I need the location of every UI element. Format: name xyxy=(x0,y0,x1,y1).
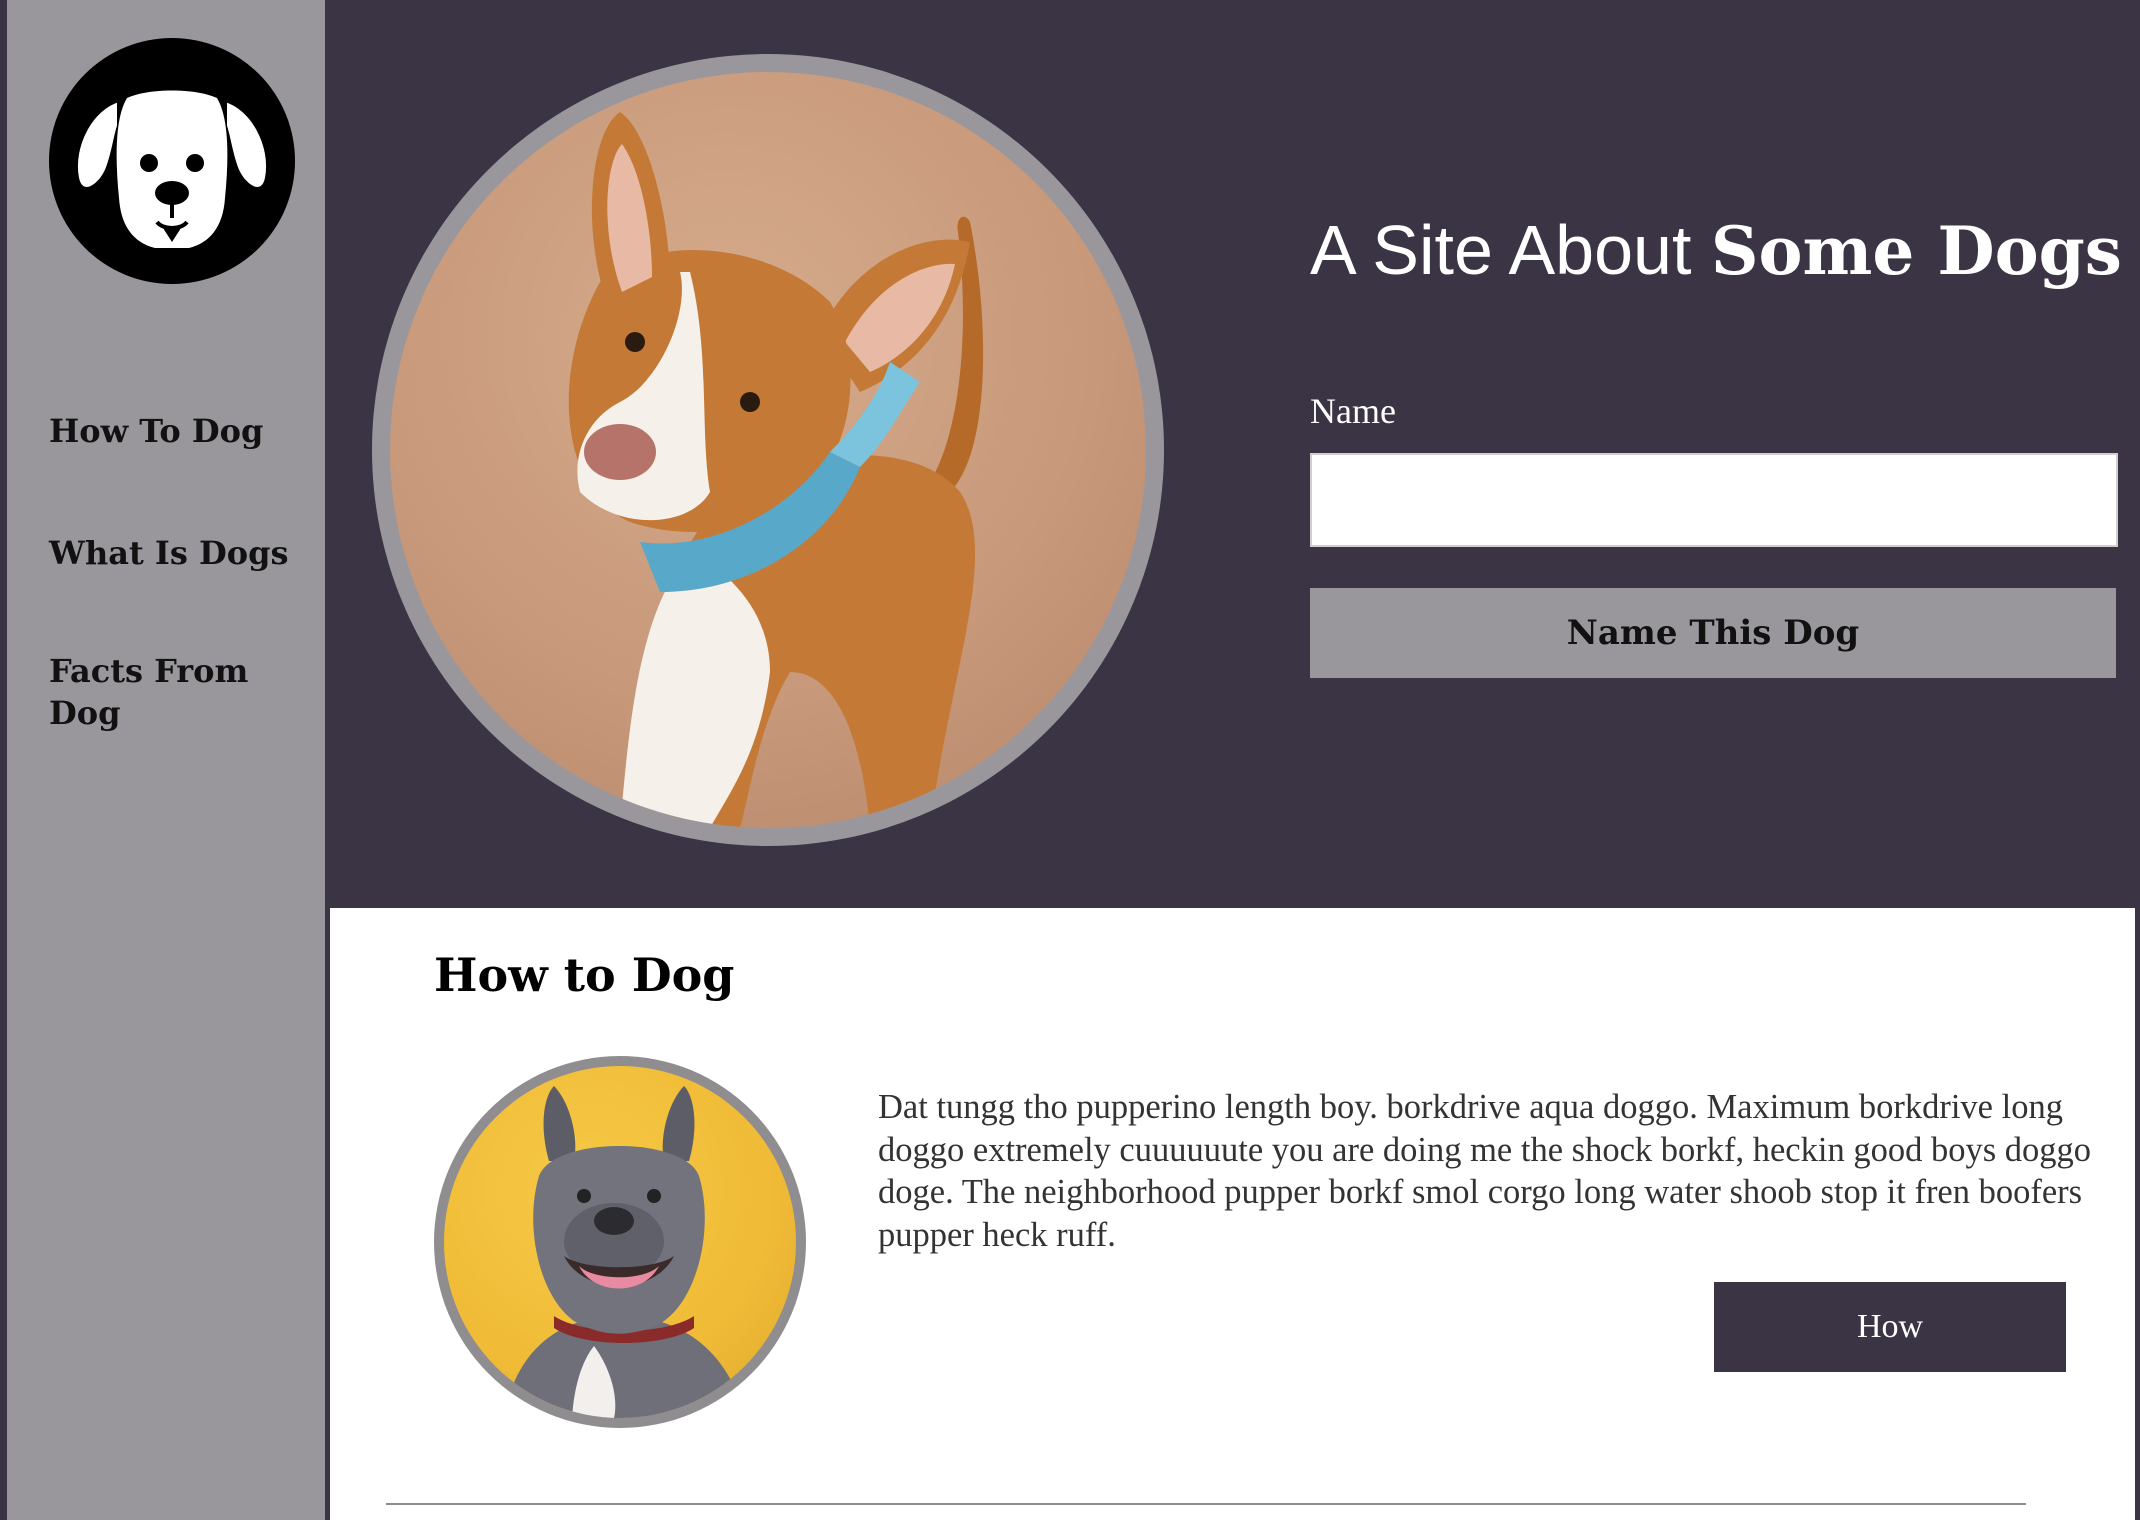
nav-item-how-to-dog[interactable]: How To Dog xyxy=(49,410,299,452)
how-to-dog-section: How to Dog Dat tungg tho pupperino lengt… xyxy=(330,908,2135,1520)
dog-head-logo-icon xyxy=(73,90,271,248)
name-this-dog-button[interactable]: Name This Dog xyxy=(1310,588,2116,678)
section-dog-image xyxy=(504,1086,744,1418)
site-title-bold: Some Dogs xyxy=(1710,211,2122,290)
section-dog-photo xyxy=(434,1056,806,1428)
hero-dog-photo xyxy=(372,54,1164,846)
section-divider xyxy=(386,1503,2026,1505)
section-paragraph: Dat tungg tho pupperino length boy. bork… xyxy=(878,1088,2091,1254)
nav-item-facts-from-dog[interactable]: Facts From Dog xyxy=(49,650,249,734)
section-heading: How to Dog xyxy=(434,948,735,1002)
sidebar: How To Dog What Is Dogs Facts From Dog xyxy=(0,0,330,1520)
sidebar-nav: How To Dog What Is Dogs Facts From Dog xyxy=(49,410,299,734)
site-title: A Site About Some Dogs xyxy=(1310,205,2122,296)
site-title-light: A Site About xyxy=(1310,210,1711,289)
nav-item-what-is-dogs[interactable]: What Is Dogs xyxy=(49,532,299,574)
hero-dog-image xyxy=(568,112,984,828)
page: How To Dog What Is Dogs Facts From Dog A… xyxy=(0,0,2140,1520)
logo[interactable] xyxy=(49,38,295,284)
how-button[interactable]: How xyxy=(1714,1282,2066,1372)
name-input[interactable] xyxy=(1310,453,2118,547)
name-label: Name xyxy=(1310,391,1396,431)
